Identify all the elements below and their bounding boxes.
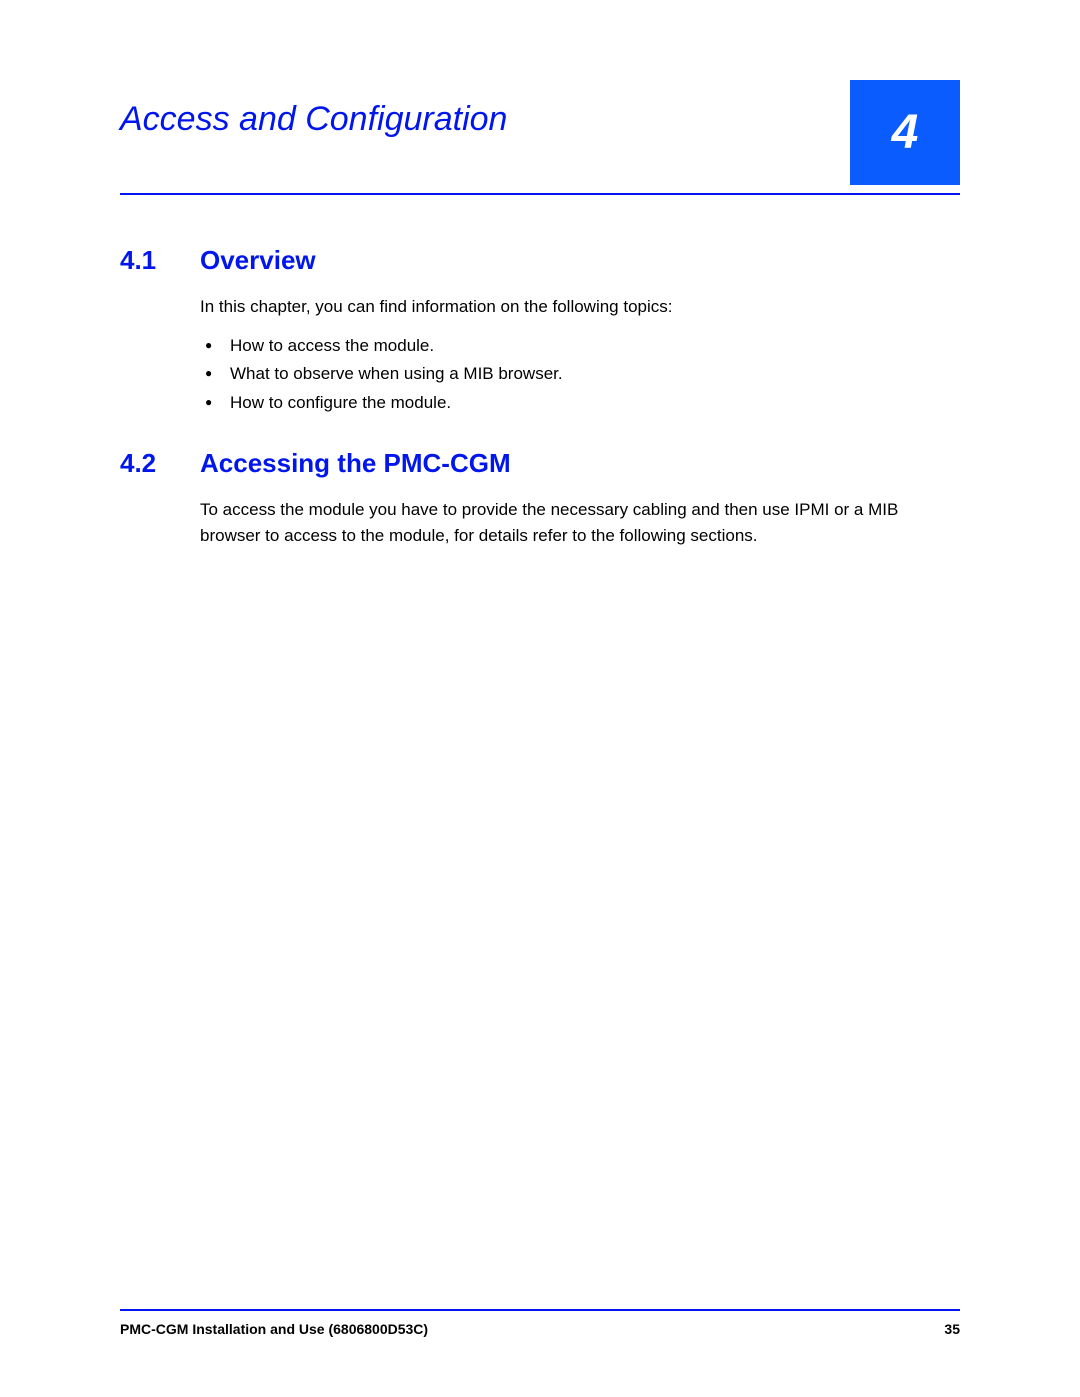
section-overview: 4.1 Overview In this chapter, you can fi…: [120, 245, 960, 418]
overview-bullet-list: How to access the module. What to observ…: [200, 332, 960, 419]
section-body-text: To access the module you have to provide…: [200, 497, 960, 548]
footer-doc-title: PMC-CGM Installation and Use (6806800D53…: [120, 1321, 428, 1337]
section-accessing: 4.2 Accessing the PMC-CGM To access the …: [120, 448, 960, 560]
list-item: What to observe when using a MIB browser…: [200, 360, 960, 389]
section-number: 4.2: [120, 448, 170, 479]
chapter-number-box: 4: [850, 80, 960, 185]
section-number: 4.1: [120, 245, 170, 276]
page-footer: PMC-CGM Installation and Use (6806800D53…: [120, 1309, 960, 1337]
chapter-title: Access and Configuration: [120, 80, 507, 139]
section-name: Accessing the PMC-CGM: [200, 448, 511, 479]
footer-divider: [120, 1309, 960, 1311]
header-divider: [120, 193, 960, 195]
section-name: Overview: [200, 245, 316, 276]
list-item: How to configure the module.: [200, 389, 960, 418]
page-number: 35: [944, 1321, 960, 1337]
list-item: How to access the module.: [200, 332, 960, 361]
section-intro-text: In this chapter, you can find informatio…: [200, 294, 960, 320]
